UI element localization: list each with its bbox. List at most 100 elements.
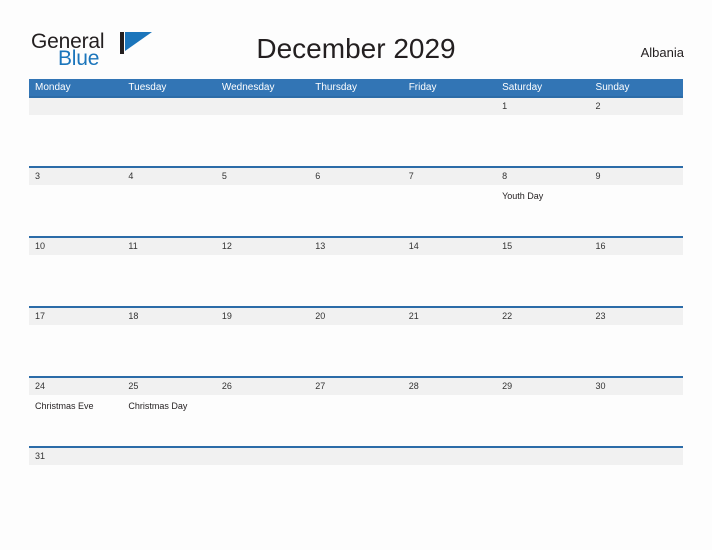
day-cell[interactable] <box>29 255 122 306</box>
day-cell[interactable] <box>590 325 683 376</box>
day-cell[interactable]: Christmas Eve <box>29 395 122 446</box>
day-cell[interactable] <box>216 185 309 236</box>
day-cell[interactable] <box>122 185 215 236</box>
day-number[interactable]: 4 <box>122 168 215 185</box>
day-number[interactable]: 18 <box>122 308 215 325</box>
day-cell[interactable] <box>590 255 683 306</box>
day-number[interactable] <box>29 98 122 115</box>
day-number[interactable]: 22 <box>496 308 589 325</box>
day-number[interactable] <box>122 98 215 115</box>
day-cell[interactable] <box>309 395 402 446</box>
page-title: December 2029 <box>256 33 456 64</box>
day-number[interactable] <box>403 98 496 115</box>
calendar-grid: Monday Tuesday Wednesday Thursday Friday… <box>29 79 683 465</box>
day-number[interactable]: 25 <box>122 378 215 395</box>
day-event-text: Christmas Eve <box>35 401 94 411</box>
week-event-band <box>29 255 683 306</box>
day-cell[interactable] <box>309 185 402 236</box>
day-number[interactable]: 30 <box>590 378 683 395</box>
day-number[interactable]: 26 <box>216 378 309 395</box>
day-cell[interactable] <box>309 325 402 376</box>
day-cell[interactable] <box>590 395 683 446</box>
day-cell[interactable] <box>216 255 309 306</box>
week-event-band <box>29 115 683 166</box>
day-cell[interactable] <box>309 115 402 166</box>
day-number[interactable]: 17 <box>29 308 122 325</box>
day-number[interactable]: 21 <box>403 308 496 325</box>
day-cell[interactable] <box>496 115 589 166</box>
day-number[interactable]: 16 <box>590 238 683 255</box>
day-number[interactable] <box>216 98 309 115</box>
calendar-week-row: 3 4 5 6 7 8 9 Youth Day <box>29 166 683 236</box>
week-event-band <box>29 325 683 376</box>
day-cell[interactable] <box>403 185 496 236</box>
day-cell[interactable] <box>216 325 309 376</box>
week-daynumber-band: 17 18 19 20 21 22 23 <box>29 308 683 325</box>
day-cell[interactable]: Christmas Day <box>122 395 215 446</box>
day-cell[interactable] <box>122 325 215 376</box>
day-cell[interactable] <box>403 255 496 306</box>
day-number[interactable] <box>403 448 496 465</box>
day-number[interactable]: 11 <box>122 238 215 255</box>
day-cell[interactable] <box>29 325 122 376</box>
day-number[interactable] <box>122 448 215 465</box>
day-cell[interactable] <box>496 325 589 376</box>
day-number[interactable]: 31 <box>29 448 122 465</box>
weekday-header-thursday: Thursday <box>315 82 357 93</box>
weekday-header-wednesday: Wednesday <box>221 82 275 93</box>
day-number[interactable]: 9 <box>590 168 683 185</box>
calendar-week-row: 17 18 19 20 21 22 23 <box>29 306 683 376</box>
day-cell[interactable] <box>29 115 122 166</box>
day-cell[interactable] <box>590 115 683 166</box>
day-number[interactable]: 13 <box>309 238 402 255</box>
day-number[interactable] <box>216 448 309 465</box>
day-number[interactable]: 15 <box>496 238 589 255</box>
day-cell[interactable] <box>309 255 402 306</box>
day-cell[interactable] <box>496 255 589 306</box>
day-number[interactable]: 19 <box>216 308 309 325</box>
day-cell[interactable] <box>403 395 496 446</box>
day-number[interactable]: 28 <box>403 378 496 395</box>
week-daynumber-band: 24 25 26 27 28 29 30 <box>29 378 683 395</box>
day-number[interactable]: 20 <box>309 308 402 325</box>
weekday-header-friday: Friday <box>408 82 437 93</box>
calendar-page: General Blue December 2029 Albania Monda… <box>0 0 712 550</box>
day-number[interactable]: 1 <box>496 98 589 115</box>
day-cell[interactable] <box>496 395 589 446</box>
calendar-week-row: 10 11 12 13 14 15 16 <box>29 236 683 306</box>
page-header: General Blue December 2029 Albania <box>0 0 712 76</box>
week-daynumber-band: 10 11 12 13 14 15 16 <box>29 238 683 255</box>
day-cell[interactable] <box>216 395 309 446</box>
day-number[interactable]: 29 <box>496 378 589 395</box>
day-cell[interactable]: Youth Day <box>496 185 589 236</box>
day-number[interactable]: 24 <box>29 378 122 395</box>
day-number[interactable] <box>590 448 683 465</box>
day-number[interactable] <box>496 448 589 465</box>
day-cell[interactable] <box>216 115 309 166</box>
day-number[interactable]: 23 <box>590 308 683 325</box>
day-cell[interactable] <box>122 255 215 306</box>
day-number[interactable] <box>309 98 402 115</box>
day-number[interactable]: 12 <box>216 238 309 255</box>
day-cell[interactable] <box>122 115 215 166</box>
day-cell[interactable] <box>403 325 496 376</box>
week-daynumber-band: 1 2 <box>29 98 683 115</box>
day-number[interactable]: 10 <box>29 238 122 255</box>
day-cell[interactable] <box>590 185 683 236</box>
weekday-header-saturday: Saturday <box>502 82 543 93</box>
day-cell[interactable] <box>403 115 496 166</box>
region-label: Albania <box>640 45 684 60</box>
day-number[interactable]: 8 <box>496 168 589 185</box>
week-daynumber-band: 3 4 5 6 7 8 9 <box>29 168 683 185</box>
week-event-band: Christmas Eve Christmas Day <box>29 395 683 446</box>
day-number[interactable]: 7 <box>403 168 496 185</box>
day-number[interactable]: 6 <box>309 168 402 185</box>
day-cell[interactable] <box>29 185 122 236</box>
day-number[interactable] <box>309 448 402 465</box>
day-number[interactable]: 3 <box>29 168 122 185</box>
day-number[interactable]: 2 <box>590 98 683 115</box>
calendar-week-row: 1 2 <box>29 96 683 166</box>
day-number[interactable]: 14 <box>403 238 496 255</box>
day-number[interactable]: 5 <box>216 168 309 185</box>
day-number[interactable]: 27 <box>309 378 402 395</box>
